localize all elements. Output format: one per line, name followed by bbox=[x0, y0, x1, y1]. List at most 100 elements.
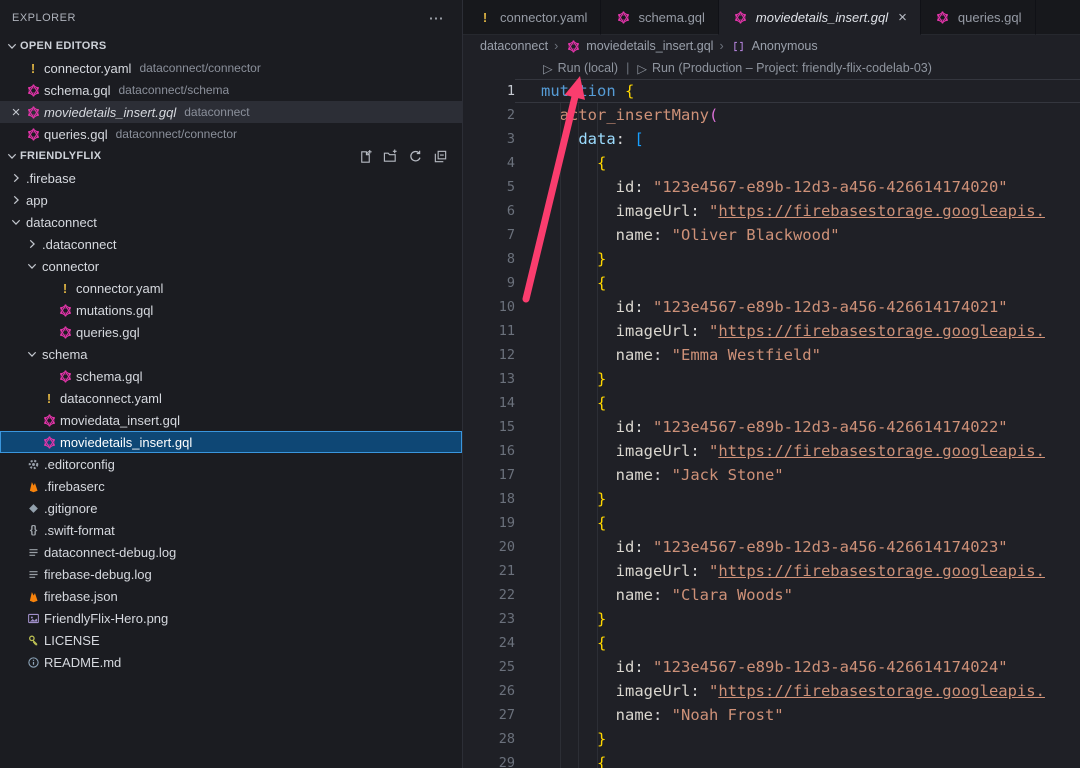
tab-bar: !connector.yamlschema.gqlmoviedetails_in… bbox=[463, 0, 1080, 35]
line-number: 17 bbox=[463, 463, 515, 487]
code-line-26[interactable]: 26 imageUrl: "https://firebasestorage.go… bbox=[463, 679, 1080, 703]
tab-schema.gql[interactable]: schema.gql bbox=[601, 0, 718, 35]
code-line-13[interactable]: 13 } bbox=[463, 367, 1080, 391]
file-LICENSE[interactable]: LICENSE bbox=[0, 629, 462, 651]
file-.firebaserc[interactable]: .firebaserc bbox=[0, 475, 462, 497]
code-line-1[interactable]: 1mutation { bbox=[463, 79, 1080, 103]
file-connector.yaml[interactable]: !connector.yaml bbox=[0, 277, 462, 299]
tree-item-label: .gitignore bbox=[44, 501, 97, 516]
close-tab-icon[interactable]: × bbox=[898, 10, 907, 25]
code-line-17[interactable]: 17 name: "Jack Stone" bbox=[463, 463, 1080, 487]
open-editor-description: dataconnect/connector bbox=[139, 61, 260, 75]
file-.gitignore[interactable]: .gitignore bbox=[0, 497, 462, 519]
tab-queries.gql[interactable]: queries.gql bbox=[921, 0, 1036, 35]
indent-spacer bbox=[40, 302, 56, 318]
open-editor-item-schema.gql[interactable]: schema.gqldataconnect/schema bbox=[0, 79, 462, 101]
file-FriendlyFlix-Hero.png[interactable]: FriendlyFlix-Hero.png bbox=[0, 607, 462, 629]
file-schema.gql[interactable]: schema.gql bbox=[0, 365, 462, 387]
graphql-icon bbox=[24, 106, 42, 119]
code-line-21[interactable]: 21 imageUrl: "https://firebasestorage.go… bbox=[463, 559, 1080, 583]
tree-item-label: dataconnect.yaml bbox=[60, 391, 162, 406]
file-firebase.json[interactable]: firebase.json bbox=[0, 585, 462, 607]
line-content: data: [ bbox=[515, 127, 1080, 151]
code-line-22[interactable]: 22 name: "Clara Woods" bbox=[463, 583, 1080, 607]
code-line-6[interactable]: 6 imageUrl: "https://firebasestorage.goo… bbox=[463, 199, 1080, 223]
code-line-23[interactable]: 23 } bbox=[463, 607, 1080, 631]
file-README.md[interactable]: README.md bbox=[0, 651, 462, 673]
code-line-10[interactable]: 10 id: "123e4567-e89b-12d3-a456-42661417… bbox=[463, 295, 1080, 319]
chevron-right-icon bbox=[8, 170, 24, 186]
folder-app[interactable]: app bbox=[0, 189, 462, 211]
code-line-3[interactable]: 3 data: [ bbox=[463, 127, 1080, 151]
code-line-4[interactable]: 4 { bbox=[463, 151, 1080, 175]
code-line-7[interactable]: 7 name: "Oliver Blackwood" bbox=[463, 223, 1080, 247]
refresh-icon[interactable] bbox=[407, 148, 423, 164]
graphql-icon bbox=[564, 40, 582, 53]
line-content: name: "Emma Westfield" bbox=[515, 343, 1080, 367]
code-line-29[interactable]: 29 { bbox=[463, 751, 1080, 768]
breadcrumb-item-dataconnect[interactable]: dataconnect bbox=[480, 39, 548, 53]
file-dataconnect-debug.log[interactable]: dataconnect-debug.log bbox=[0, 541, 462, 563]
open-editors-section-header[interactable]: OPEN EDITORS bbox=[0, 35, 462, 57]
line-number: 22 bbox=[463, 583, 515, 607]
tree-item-label: connector bbox=[42, 259, 99, 274]
open-editor-item-connector.yaml[interactable]: !connector.yamldataconnect/connector bbox=[0, 57, 462, 79]
file-queries.gql[interactable]: queries.gql bbox=[0, 321, 462, 343]
code-line-8[interactable]: 8 } bbox=[463, 247, 1080, 271]
code-editor[interactable]: 1mutation {2 actor_insertMany(3 data: [4… bbox=[463, 79, 1080, 768]
tree-item-label: moviedata_insert.gql bbox=[60, 413, 180, 428]
code-line-27[interactable]: 27 name: "Noah Frost" bbox=[463, 703, 1080, 727]
code-line-18[interactable]: 18 } bbox=[463, 487, 1080, 511]
run-local-link[interactable]: ▷Run (local) bbox=[543, 61, 618, 76]
breadcrumb-item-moviedetails_insert.gql[interactable]: moviedetails_insert.gql bbox=[564, 39, 713, 53]
code-line-16[interactable]: 16 imageUrl: "https://firebasestorage.go… bbox=[463, 439, 1080, 463]
code-line-2[interactable]: 2 actor_insertMany( bbox=[463, 103, 1080, 127]
file-dataconnect.yaml[interactable]: !dataconnect.yaml bbox=[0, 387, 462, 409]
folder-connector[interactable]: connector bbox=[0, 255, 462, 277]
code-line-28[interactable]: 28 } bbox=[463, 727, 1080, 751]
line-number: 23 bbox=[463, 607, 515, 631]
code-line-25[interactable]: 25 id: "123e4567-e89b-12d3-a456-42661417… bbox=[463, 655, 1080, 679]
line-number: 14 bbox=[463, 391, 515, 415]
code-line-12[interactable]: 12 name: "Emma Westfield" bbox=[463, 343, 1080, 367]
line-content: imageUrl: "https://firebasestorage.googl… bbox=[515, 319, 1080, 343]
indent-spacer bbox=[8, 588, 24, 604]
open-editor-item-moviedetails_insert.gql[interactable]: ×moviedetails_insert.gqldataconnect bbox=[0, 101, 462, 123]
open-editor-item-queries.gql[interactable]: queries.gqldataconnect/connector bbox=[0, 123, 462, 145]
folder-.dataconnect[interactable]: .dataconnect bbox=[0, 233, 462, 255]
code-line-15[interactable]: 15 id: "123e4567-e89b-12d3-a456-42661417… bbox=[463, 415, 1080, 439]
folder-dataconnect[interactable]: dataconnect bbox=[0, 211, 462, 233]
folder-.firebase[interactable]: .firebase bbox=[0, 167, 462, 189]
code-line-9[interactable]: 9 { bbox=[463, 271, 1080, 295]
workspace-section-header[interactable]: FRIENDLYFLIX bbox=[0, 145, 462, 167]
line-number: 1 bbox=[463, 79, 515, 103]
code-line-11[interactable]: 11 imageUrl: "https://firebasestorage.go… bbox=[463, 319, 1080, 343]
line-content: id: "123e4567-e89b-12d3-a456-42661417402… bbox=[515, 295, 1080, 319]
folder-schema[interactable]: schema bbox=[0, 343, 462, 365]
tab-connector.yaml[interactable]: !connector.yaml bbox=[463, 0, 601, 35]
file-mutations.gql[interactable]: mutations.gql bbox=[0, 299, 462, 321]
code-line-24[interactable]: 24 { bbox=[463, 631, 1080, 655]
chevron-right-icon bbox=[24, 236, 40, 252]
more-actions-icon[interactable]: ⋯ bbox=[429, 9, 445, 27]
file-moviedata_insert.gql[interactable]: moviedata_insert.gql bbox=[0, 409, 462, 431]
code-line-20[interactable]: 20 id: "123e4567-e89b-12d3-a456-42661417… bbox=[463, 535, 1080, 559]
file-.swift-format[interactable]: {}.swift-format bbox=[0, 519, 462, 541]
run-production-link[interactable]: ▷Run (Production – Project: friendly-fli… bbox=[637, 61, 932, 76]
code-line-14[interactable]: 14 { bbox=[463, 391, 1080, 415]
collapse-all-icon[interactable] bbox=[432, 148, 448, 164]
code-line-5[interactable]: 5 id: "123e4567-e89b-12d3-a456-426614174… bbox=[463, 175, 1080, 199]
tab-moviedetails_insert.gql[interactable]: moviedetails_insert.gql× bbox=[719, 0, 921, 35]
line-content: } bbox=[515, 487, 1080, 511]
file-firebase-debug.log[interactable]: firebase-debug.log bbox=[0, 563, 462, 585]
line-content: { bbox=[515, 751, 1080, 768]
new-file-icon[interactable] bbox=[357, 148, 373, 164]
flame-icon bbox=[24, 480, 42, 493]
file-moviedetails_insert.gql[interactable]: moviedetails_insert.gql bbox=[0, 431, 462, 453]
file-.editorconfig[interactable]: .editorconfig bbox=[0, 453, 462, 475]
warning-icon: ! bbox=[56, 281, 74, 296]
close-editor-icon[interactable]: × bbox=[8, 105, 24, 120]
new-folder-icon[interactable] bbox=[382, 148, 398, 164]
breadcrumb-item-Anonymous[interactable]: Anonymous bbox=[730, 39, 818, 53]
code-line-19[interactable]: 19 { bbox=[463, 511, 1080, 535]
